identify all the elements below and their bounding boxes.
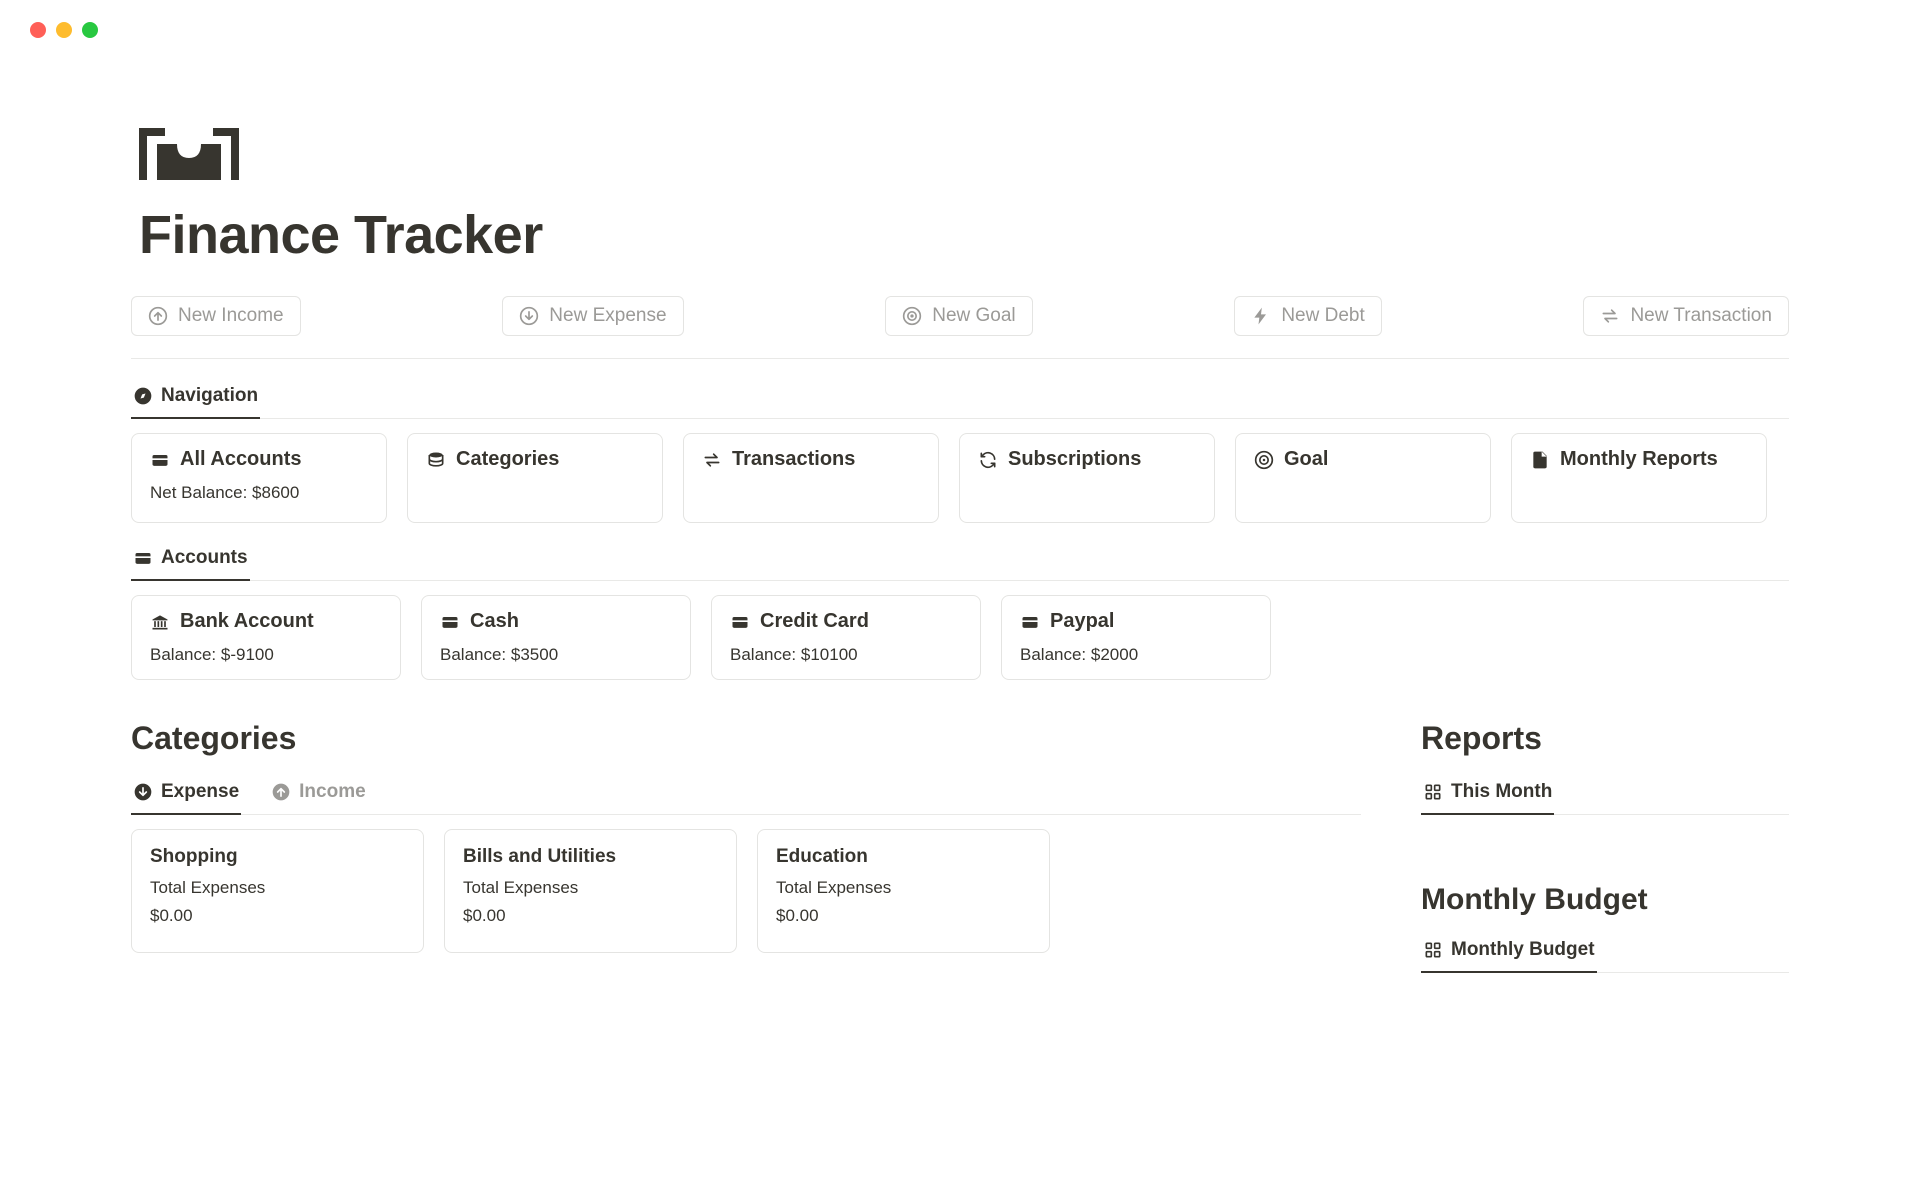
close-window-icon[interactable]: [30, 22, 46, 38]
refresh-icon: [978, 450, 998, 470]
arrow-down-circle-icon: [133, 782, 153, 802]
monthly-budget-heading: Monthly Budget: [1421, 883, 1789, 917]
compass-icon: [133, 386, 153, 406]
card-icon: [440, 612, 460, 632]
minimize-window-icon[interactable]: [56, 22, 72, 38]
navigation-tabs: Navigation: [131, 377, 1789, 419]
accounts-tabs: Accounts: [131, 539, 1789, 581]
card-value: $0.00: [150, 906, 405, 926]
category-card-shopping[interactable]: Shopping Total Expenses $0.00: [131, 829, 424, 953]
card-line1: Total Expenses: [150, 878, 405, 898]
categories-heading: Categories: [131, 720, 1361, 757]
tab-income[interactable]: Income: [269, 773, 368, 815]
arrow-up-circle-icon: [271, 782, 291, 802]
tab-label: Accounts: [161, 547, 248, 569]
tab-label: Monthly Budget: [1451, 939, 1595, 961]
card-label: Shopping: [150, 846, 238, 868]
card-label: Categories: [456, 448, 559, 471]
card-subtitle: Net Balance: $8600: [150, 483, 368, 503]
card-icon: [730, 612, 750, 632]
swap-icon: [702, 450, 722, 470]
quick-actions: New Income New Expense New Goal New Debt…: [131, 296, 1789, 359]
target-icon: [902, 306, 922, 326]
card-label: Bills and Utilities: [463, 846, 616, 868]
swap-icon: [1600, 306, 1620, 326]
account-card-paypal[interactable]: Paypal Balance: $2000: [1001, 595, 1271, 680]
tab-label: This Month: [1451, 781, 1552, 803]
tab-expense[interactable]: Expense: [131, 773, 241, 815]
account-cards: Bank Account Balance: $-9100 Cash Balanc…: [131, 595, 1789, 680]
reports-heading: Reports: [1421, 720, 1789, 757]
new-income-button[interactable]: New Income: [131, 296, 301, 336]
new-debt-button[interactable]: New Debt: [1234, 296, 1381, 336]
card-label: Paypal: [1050, 610, 1114, 633]
maximize-window-icon[interactable]: [82, 22, 98, 38]
tab-label: Navigation: [161, 385, 258, 407]
nav-card-transactions[interactable]: Transactions: [683, 433, 939, 523]
card-label: All Accounts: [180, 448, 302, 471]
stack-icon: [426, 450, 446, 470]
card-label: Education: [776, 846, 868, 868]
card-label: Credit Card: [760, 610, 869, 633]
card-line1: Total Expenses: [463, 878, 718, 898]
card-subtitle: Balance: $2000: [1020, 645, 1252, 665]
bank-icon: [150, 612, 170, 632]
tab-accounts[interactable]: Accounts: [131, 539, 250, 581]
account-card-bank[interactable]: Bank Account Balance: $-9100: [131, 595, 401, 680]
window-controls: [0, 0, 1920, 38]
page-title: Finance Tracker: [131, 204, 1789, 266]
arrow-down-circle-icon: [519, 306, 539, 326]
card-subtitle: Balance: $10100: [730, 645, 962, 665]
nav-card-monthly-reports[interactable]: Monthly Reports: [1511, 433, 1767, 523]
grid-icon: [1423, 940, 1443, 960]
card-subtitle: Balance: $-9100: [150, 645, 382, 665]
new-transaction-button[interactable]: New Transaction: [1583, 296, 1789, 336]
budget-tabs: Monthly Budget: [1421, 931, 1789, 973]
card-icon: [133, 548, 153, 568]
category-card-bills[interactable]: Bills and Utilities Total Expenses $0.00: [444, 829, 737, 953]
tab-this-month[interactable]: This Month: [1421, 773, 1554, 815]
tab-monthly-budget[interactable]: Monthly Budget: [1421, 931, 1597, 973]
account-card-credit[interactable]: Credit Card Balance: $10100: [711, 595, 981, 680]
cash-tray-icon: [139, 128, 239, 180]
reports-tabs: This Month: [1421, 773, 1789, 815]
nav-card-goal[interactable]: Goal: [1235, 433, 1491, 523]
category-cards: Shopping Total Expenses $0.00 Bills and …: [131, 829, 1361, 953]
categories-tabs: Expense Income: [131, 773, 1361, 815]
grid-icon: [1423, 782, 1443, 802]
nav-card-subscriptions[interactable]: Subscriptions: [959, 433, 1215, 523]
tab-navigation[interactable]: Navigation: [131, 377, 260, 419]
nav-card-all-accounts[interactable]: All Accounts Net Balance: $8600: [131, 433, 387, 523]
label: New Goal: [932, 305, 1015, 327]
account-card-cash[interactable]: Cash Balance: $3500: [421, 595, 691, 680]
card-label: Monthly Reports: [1560, 448, 1718, 471]
label: New Income: [178, 305, 284, 327]
new-goal-button[interactable]: New Goal: [885, 296, 1032, 336]
navigation-cards: All Accounts Net Balance: $8600 Categori…: [131, 433, 1789, 523]
label: New Debt: [1281, 305, 1364, 327]
arrow-up-circle-icon: [148, 306, 168, 326]
card-label: Bank Account: [180, 610, 314, 633]
card-label: Cash: [470, 610, 519, 633]
page-icon: [131, 128, 1789, 180]
card-value: $0.00: [776, 906, 1031, 926]
bolt-icon: [1251, 306, 1271, 326]
tab-label: Income: [299, 781, 366, 803]
category-card-education[interactable]: Education Total Expenses $0.00: [757, 829, 1050, 953]
card-subtitle: Balance: $3500: [440, 645, 672, 665]
tab-label: Expense: [161, 781, 239, 803]
new-expense-button[interactable]: New Expense: [502, 296, 683, 336]
label: New Expense: [549, 305, 666, 327]
document-icon: [1530, 450, 1550, 470]
card-label: Subscriptions: [1008, 448, 1141, 471]
target-icon: [1254, 450, 1274, 470]
label: New Transaction: [1630, 305, 1772, 327]
card-label: Goal: [1284, 448, 1328, 471]
card-line1: Total Expenses: [776, 878, 1031, 898]
nav-card-categories[interactable]: Categories: [407, 433, 663, 523]
wallet-icon: [150, 450, 170, 470]
card-label: Transactions: [732, 448, 855, 471]
card-value: $0.00: [463, 906, 718, 926]
card-icon: [1020, 612, 1040, 632]
